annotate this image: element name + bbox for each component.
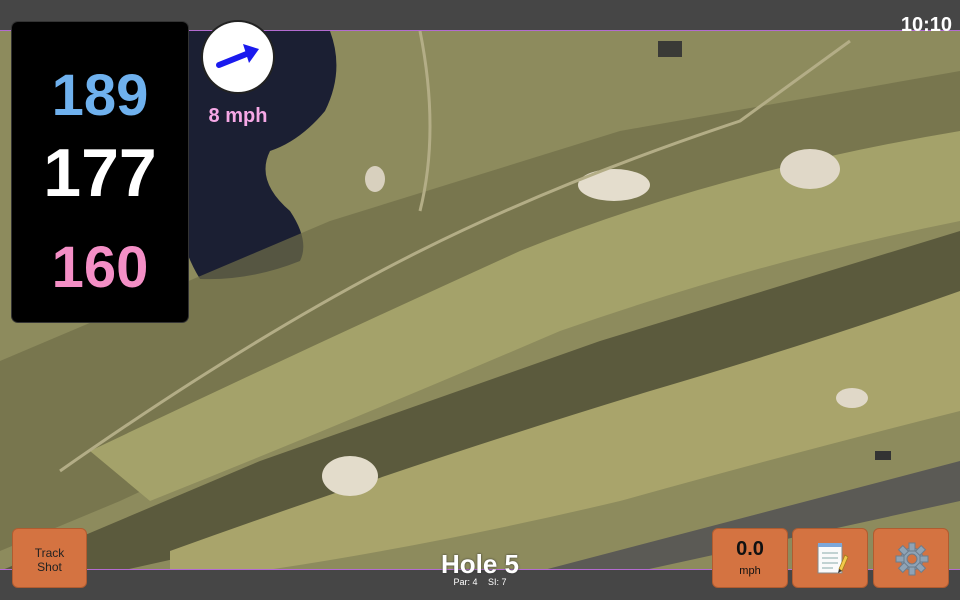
gear-icon: [895, 542, 929, 576]
middle-distance: 177: [43, 135, 157, 211]
clock: 10:10: [900, 14, 952, 36]
speed-value: 0.0: [736, 538, 764, 560]
stroke-index-label: SI: 7: [488, 577, 507, 587]
settings-button[interactable]: [873, 528, 949, 588]
hole-title: Hole 5: [440, 549, 520, 579]
track-shot-label-line1: Track: [34, 546, 65, 560]
wind-indicator: [203, 22, 273, 92]
wind-speed: 8 mph: [208, 105, 268, 127]
speed-unit: mph: [739, 565, 761, 577]
distance-panel: 189 177 160: [12, 22, 188, 322]
notes-button[interactable]: [792, 528, 868, 588]
notepad-icon: [817, 543, 849, 574]
hole-meta: Par: 4 SI: 7: [380, 577, 580, 587]
track-shot-label-line2: Shot: [37, 560, 62, 574]
speed-button[interactable]: 0.0 mph: [712, 528, 788, 588]
back-distance: 189: [51, 63, 149, 128]
front-distance: 160: [51, 235, 149, 300]
track-shot-button[interactable]: Track Shot: [12, 528, 87, 588]
wind-arrow-icon: [216, 44, 259, 68]
par-label: Par: 4: [453, 577, 478, 587]
